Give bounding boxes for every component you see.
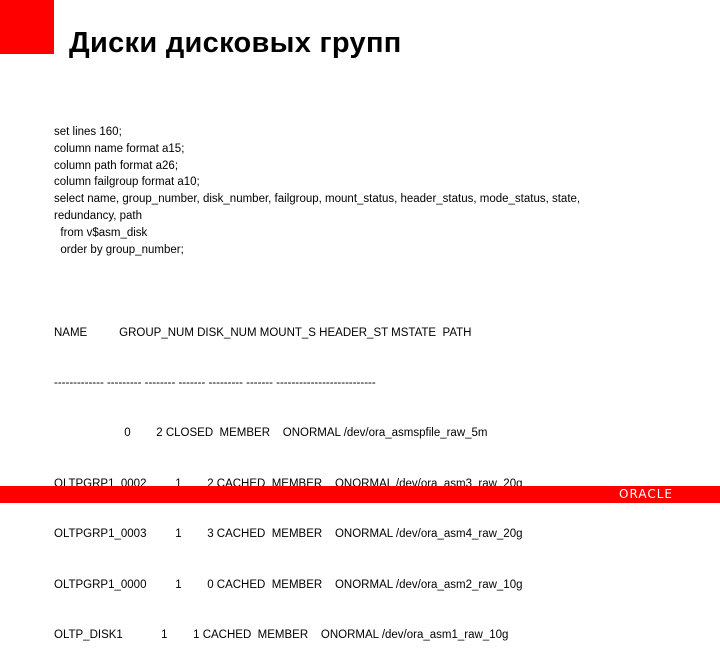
query-line: set lines 160; — [54, 126, 122, 138]
query-output-block: NAME GROUP_NUM DISK_NUM MOUNT_S HEADER_S… — [54, 291, 522, 661]
corner-accent-square — [0, 0, 54, 54]
output-row: OLTPGRP1_0003 1 3 CACHED MEMBER ONORMAL … — [54, 528, 523, 541]
query-line: column failgroup format a10; — [54, 176, 200, 189]
slide-title: Диски дисковых групп — [69, 27, 402, 59]
oracle-logo: ORACLE — [619, 487, 673, 501]
output-separator: ------------- --------- -------- -------… — [54, 376, 376, 389]
footer-bar: ORACLE — [0, 486, 720, 503]
output-row: OLTPGRP1_0000 1 0 CACHED MEMBER ONORMAL … — [54, 578, 523, 591]
query-line: column path format a26; — [54, 159, 179, 172]
output-header: NAME GROUP_NUM DISK_NUM MOUNT_S HEADER_S… — [54, 326, 472, 339]
query-line: order by group_number; — [54, 243, 184, 256]
query-line: from v$asm_disk — [54, 226, 148, 239]
output-row: OLTP_DISK1 1 1 CACHED MEMBER ONORMAL /de… — [54, 628, 509, 641]
sql-query-block: set lines 160; column name format a15; c… — [54, 124, 634, 258]
query-line: column name format a15; — [54, 142, 185, 155]
query-line: select name, group_number, disk_number, … — [54, 193, 584, 222]
output-row: 0 2 CLOSED MEMBER ONORMAL /dev/ora_asmsp… — [54, 427, 488, 440]
